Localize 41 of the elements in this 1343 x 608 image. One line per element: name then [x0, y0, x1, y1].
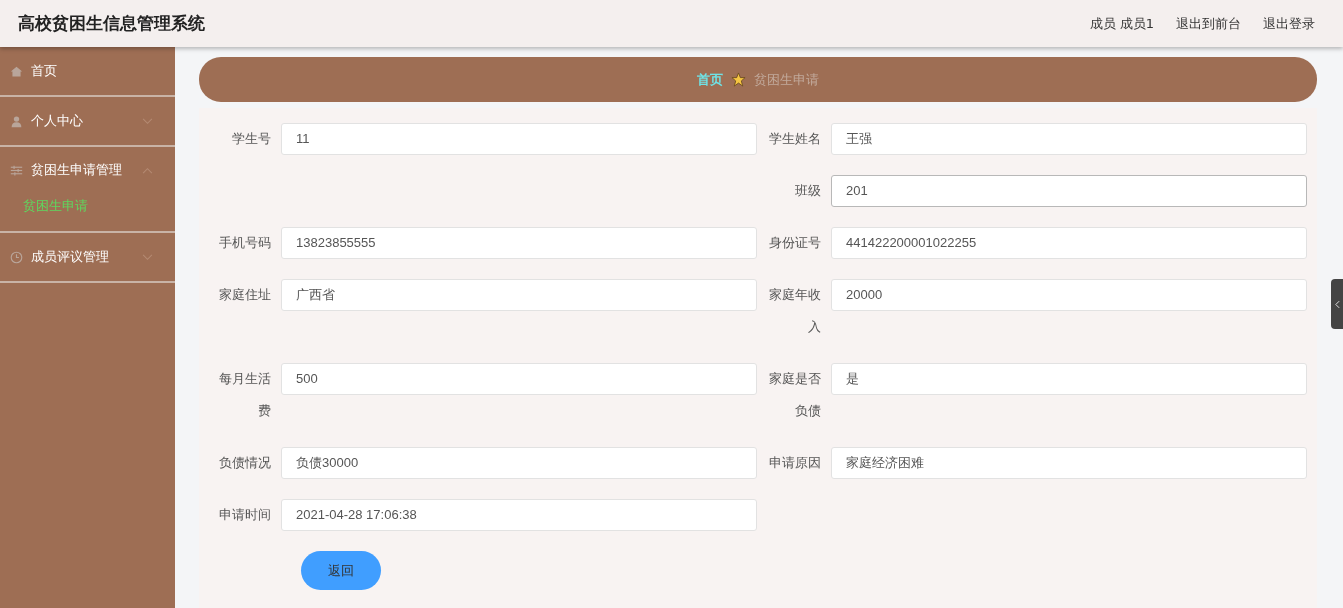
star-icon	[731, 72, 746, 87]
app-title: 高校贫困生信息管理系统	[18, 12, 205, 35]
sidebar-item[interactable]: 首页	[0, 47, 175, 97]
input-field[interactable]: 441422200001022255	[831, 227, 1307, 259]
sliders-icon	[10, 163, 23, 177]
user-name: 成员 成员1	[1089, 14, 1154, 33]
home-icon	[10, 64, 23, 78]
field-label: 申请时间	[219, 506, 272, 524]
sidebar-item[interactable]: 成员评议管理	[0, 233, 175, 283]
field-label: 家庭年收入	[769, 286, 822, 336]
header-link[interactable]: 退出登录	[1263, 14, 1315, 33]
field-label: 家庭是否负债	[769, 370, 822, 420]
field-label: 学生号	[231, 130, 272, 148]
chevron-left-icon	[1334, 299, 1340, 309]
field-label: 手机号码	[219, 234, 272, 252]
input-field[interactable]: 家庭经济困难	[831, 447, 1307, 479]
field-label: 负债情况	[219, 454, 272, 472]
breadcrumb-current: 贫困生申请	[754, 70, 819, 89]
field-label: 学生姓名	[769, 130, 822, 148]
field-label: 每月生活费	[219, 370, 272, 420]
input-field[interactable]: 王强	[831, 123, 1307, 155]
input-field[interactable]: 11	[281, 123, 757, 155]
clock-icon	[10, 250, 23, 264]
input-field[interactable]: 是	[831, 363, 1307, 395]
header-link[interactable]: 退出到前台	[1176, 14, 1241, 33]
side-handle[interactable]	[1331, 279, 1343, 329]
input-field[interactable]: 2021-04-28 17:06:38	[281, 499, 757, 531]
field-label: 班级	[794, 182, 822, 200]
input-field[interactable]: 广西省	[281, 279, 757, 311]
user-icon	[10, 114, 23, 128]
sidebar-item[interactable]: 个人中心	[0, 97, 175, 147]
input-field[interactable]: 负债30000	[281, 447, 757, 479]
input-field[interactable]: 201	[831, 175, 1307, 207]
field-label: 家庭住址	[219, 286, 272, 304]
input-field[interactable]: 20000	[831, 279, 1307, 311]
input-field[interactable]: 13823855555	[281, 227, 757, 259]
field-label: 身份证号	[769, 234, 822, 252]
input-field[interactable]: 500	[281, 363, 757, 395]
back-button[interactable]: 返回	[301, 551, 381, 590]
field-label: 申请原因	[769, 454, 822, 472]
sidebar-item[interactable]: 贫困生申请管理	[0, 147, 175, 193]
